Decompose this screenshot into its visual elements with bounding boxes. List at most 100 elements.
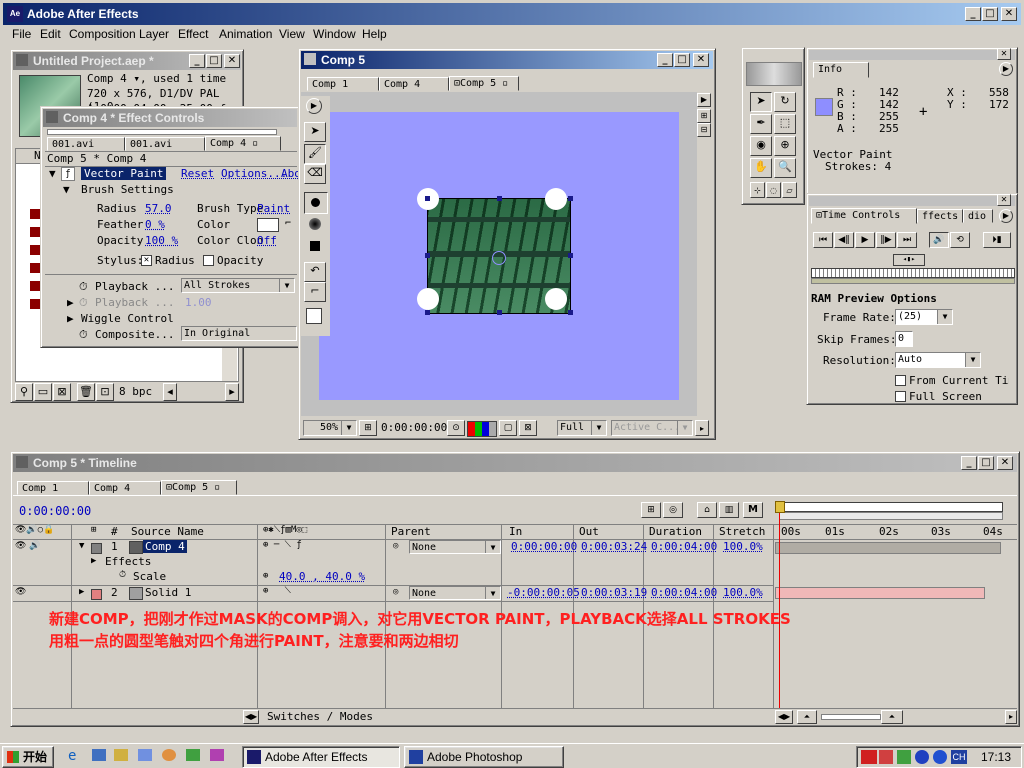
ram-resolution-dropdown[interactable]: Auto ▼	[895, 352, 981, 368]
options-link[interactable]: Options...	[221, 167, 287, 180]
timeline-minimize-button[interactable]: _	[961, 456, 977, 470]
tl-tab-comp-1[interactable]: Comp 1	[17, 481, 89, 495]
timeline-close-button[interactable]: ✕	[997, 456, 1013, 470]
menu-help[interactable]: Help	[362, 25, 387, 43]
scroll-right-icon[interactable]: ▸	[225, 383, 239, 401]
menu-animation[interactable]: Animation	[219, 25, 272, 43]
comp-tab-comp-1[interactable]: Comp 1	[307, 77, 379, 91]
fx-toggle-icon[interactable]: ƒ	[61, 167, 75, 181]
layer-image[interactable]	[417, 188, 571, 314]
anchor-point-icon[interactable]	[492, 251, 506, 265]
info-close-button[interactable]: ✕	[997, 48, 1011, 60]
ec-tab-001-avi[interactable]: 001.avi	[47, 137, 125, 151]
scroll-right-icon[interactable]: ▸	[695, 420, 709, 436]
layer-2-duration-bar[interactable]	[775, 587, 985, 599]
shuttle-slider[interactable]	[811, 268, 1015, 278]
reset-link[interactable]: Reset	[181, 167, 214, 180]
tl-tab-comp-5[interactable]: ⊡Comp 5 ▫	[161, 480, 237, 495]
tray-icon[interactable]	[933, 750, 947, 764]
layer-row-1[interactable]: 👁 🔊 ▼ 1 Comp 4 ⊕ ─ ⟍ ƒ ◎ None ▼ 0:00:00:0…	[13, 540, 773, 555]
expand-triangle-icon[interactable]: ▼	[79, 541, 84, 551]
full-screen-checkbox[interactable]	[895, 391, 906, 402]
selection-tool-icon[interactable]: ➤	[750, 92, 772, 112]
frame-blend-icon[interactable]: ⌂	[697, 502, 717, 518]
source-name-header[interactable]: Source Name	[131, 525, 204, 538]
project-title-bar[interactable]: Untitled Project.aep * _ □ ✕	[13, 52, 241, 70]
orbit-tool-icon[interactable]: ◉	[750, 136, 772, 156]
rotation-tool-icon[interactable]: ↻	[774, 92, 796, 112]
trash-icon[interactable]: 🗑	[77, 383, 95, 401]
from-current-checkbox[interactable]	[895, 375, 906, 386]
radius-value[interactable]: 57.0	[145, 202, 172, 215]
stretch-value[interactable]: 100.0%	[723, 586, 763, 599]
channel-icon[interactable]	[467, 421, 497, 437]
tray-icon[interactable]	[915, 750, 929, 764]
scale-value[interactable]: 40.0 , 40.0 %	[279, 570, 365, 583]
project-close-button[interactable]: ✕	[224, 54, 240, 68]
switches-modes-label[interactable]: Switches / Modes	[267, 710, 373, 723]
task-after-effects[interactable]: Adobe After Effects	[242, 746, 400, 768]
pan-play-icon[interactable]: ▶	[306, 98, 322, 114]
collapse-triangle-icon[interactable]: ▶	[79, 587, 84, 597]
menu-layer[interactable]: Layer	[139, 25, 169, 43]
layer-1-duration-bar[interactable]	[775, 542, 1001, 554]
tl-tab-comp-4[interactable]: Comp 4	[89, 481, 161, 495]
media-icon[interactable]	[138, 749, 152, 761]
tl-scroll-icon[interactable]: ◀▶	[775, 710, 793, 724]
layer-handle[interactable]	[568, 310, 573, 315]
comp-title-bar[interactable]: Comp 5 _ □ ✕	[301, 51, 713, 69]
shy-layers-icon[interactable]: ◎	[663, 502, 683, 518]
quicklaunch-icon[interactable]	[186, 749, 200, 761]
brush-size-square-icon[interactable]	[304, 236, 326, 256]
effects-row[interactable]: ▶ Effects	[13, 555, 773, 570]
eraser-tool-icon[interactable]: ⌫	[304, 164, 326, 184]
collapse-triangle-icon[interactable]: ▶	[91, 556, 96, 566]
layer-name[interactable]: Solid 1	[145, 586, 191, 599]
expand-triangle-icon[interactable]: ▼	[49, 167, 56, 180]
link-icon[interactable]: ⊕	[263, 571, 268, 581]
loop-icon[interactable]: ⟲	[950, 232, 970, 248]
duration-value[interactable]: 0:00:04:00	[651, 540, 717, 553]
collapse-triangle-icon[interactable]: ▶	[67, 296, 74, 309]
folder-icon[interactable]: ▭	[34, 383, 52, 401]
switch-icons[interactable]: ⊕ ─ ⟍ ƒ	[263, 540, 302, 550]
menu-effect[interactable]: Effect	[178, 25, 208, 43]
comp-flowchart-button-icon[interactable]: ⊞	[641, 502, 661, 518]
stylus-opacity-checkbox[interactable]	[203, 255, 214, 266]
ie-icon[interactable]: e	[68, 748, 76, 764]
zoom-dropdown[interactable]: 50% ▼	[303, 420, 357, 436]
paint-color-swatch[interactable]	[306, 308, 322, 324]
skip-frames-input[interactable]: 0	[895, 331, 913, 347]
label-color-swatch[interactable]	[91, 543, 102, 554]
work-area-bar[interactable]	[779, 502, 1003, 512]
ram-preview-icon[interactable]: ⏵▮	[983, 232, 1011, 248]
eyedropper-icon[interactable]: ⌐	[285, 218, 291, 229]
comp-grid-icon[interactable]: ⊟	[697, 123, 711, 137]
new-comp-icon[interactable]: ⊠	[53, 383, 71, 401]
project-maximize-button[interactable]: □	[206, 54, 222, 68]
snapshot-icon[interactable]: ⊙	[447, 420, 465, 436]
tray-icon[interactable]	[861, 750, 877, 764]
undo-icon[interactable]: ↶	[304, 262, 326, 282]
title-safe-icon[interactable]: ⊞	[359, 420, 377, 436]
mask-tool-icon[interactable]: ⬚	[774, 114, 796, 134]
menu-window[interactable]: Window	[313, 25, 356, 43]
time-graph-area[interactable]	[775, 540, 1015, 708]
stopwatch-icon[interactable]: ⏱	[79, 296, 88, 310]
current-time-indicator[interactable]	[779, 502, 780, 708]
flowchart-icon[interactable]: ⊡	[96, 383, 114, 401]
in-header[interactable]: In	[509, 525, 522, 538]
quicklaunch-icon[interactable]	[162, 749, 176, 761]
pan-behind-tool-icon[interactable]: ⊕	[774, 136, 796, 156]
comp-minimize-button[interactable]: _	[657, 53, 673, 67]
desktop-icon[interactable]	[114, 749, 128, 761]
layer-handle[interactable]	[497, 196, 502, 201]
start-button[interactable]: 开始	[2, 746, 54, 768]
audio-icon[interactable]: 🔊	[29, 541, 40, 551]
task-photoshop[interactable]: Adobe Photoshop	[404, 746, 564, 768]
cti-head-icon[interactable]	[775, 501, 785, 513]
layer-handle[interactable]	[425, 310, 430, 315]
quicklaunch-icon[interactable]	[210, 749, 224, 761]
scale-row[interactable]: ⏱ Scale ⊕ 40.0 , 40.0 %	[13, 570, 773, 585]
prev-frame-icon[interactable]: ◀‖	[834, 232, 854, 248]
